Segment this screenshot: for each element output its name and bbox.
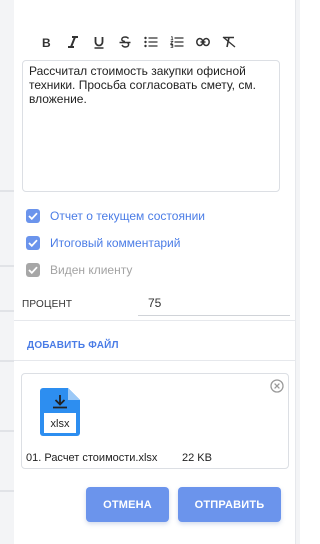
- remove-attachment-button[interactable]: [270, 379, 284, 393]
- background-right-edge: [296, 0, 300, 544]
- send-button[interactable]: ОТПРАВИТЬ: [178, 487, 281, 522]
- file-type-label: xlsx: [50, 418, 70, 430]
- bulleted-list-button[interactable]: [138, 30, 164, 54]
- xlsx-file-icon[interactable]: xlsx: [40, 388, 80, 436]
- italic-icon: [68, 36, 78, 48]
- numbered-list-button[interactable]: [164, 30, 190, 54]
- add-file-link[interactable]: ДОБАВИТЬ ФАЙЛ: [27, 340, 119, 351]
- clear-format-button[interactable]: [216, 30, 242, 54]
- link-icon: [196, 37, 210, 47]
- check-icon: [28, 266, 38, 274]
- formatting-toolbar: B: [34, 30, 264, 54]
- checkbox-label: Отчет о текущем состоянии: [50, 209, 205, 223]
- clear-format-icon: [222, 36, 236, 48]
- underline-icon: [94, 36, 104, 49]
- numbered-list-icon: [170, 36, 184, 48]
- close-circle-icon: [270, 379, 284, 393]
- bold-button[interactable]: B: [34, 30, 60, 54]
- divider: [14, 360, 296, 361]
- checkbox-final-comment[interactable]: [26, 236, 40, 250]
- checkbox-row-final-comment[interactable]: Итоговый комментарий: [26, 234, 180, 252]
- cancel-button[interactable]: ОТМЕНА: [86, 487, 169, 522]
- underline-button[interactable]: [86, 30, 112, 54]
- comment-textarea[interactable]: Рассчитал стоимость закупки офисной техн…: [22, 60, 280, 192]
- attachment-card: xlsx 01. Расчет стоимости.xlsx 22 KB: [21, 373, 289, 469]
- checkbox-row-visible-to-client: Виден клиенту: [26, 261, 132, 279]
- check-icon: [28, 239, 38, 247]
- check-icon: [28, 212, 38, 220]
- comment-form-panel: B Рассчитал стоимость закупки офисной те…: [14, 0, 296, 544]
- strikethrough-button[interactable]: [112, 30, 138, 54]
- italic-button[interactable]: [60, 30, 86, 54]
- percent-input[interactable]: 75: [138, 296, 290, 316]
- attachment-file-name: 01. Расчет стоимости.xlsx: [26, 452, 158, 464]
- svg-text:B: B: [42, 36, 51, 48]
- strikethrough-icon: [119, 36, 131, 48]
- checkbox-visible-to-client: [26, 263, 40, 277]
- background-left-edge: [0, 0, 14, 544]
- bulleted-list-icon: [144, 36, 158, 48]
- checkbox-row-status-report[interactable]: Отчет о текущем состоянии: [26, 207, 205, 225]
- checkbox-label: Итоговый комментарий: [50, 236, 181, 250]
- percent-label: ПРОЦЕНТ: [22, 299, 73, 310]
- checkbox-status-report[interactable]: [26, 209, 40, 223]
- bold-icon: B: [42, 36, 51, 48]
- attachment-file-size: 22 KB: [182, 452, 212, 464]
- divider: [14, 320, 296, 321]
- checkbox-label: Виден клиенту: [50, 263, 133, 277]
- link-button[interactable]: [190, 30, 216, 54]
